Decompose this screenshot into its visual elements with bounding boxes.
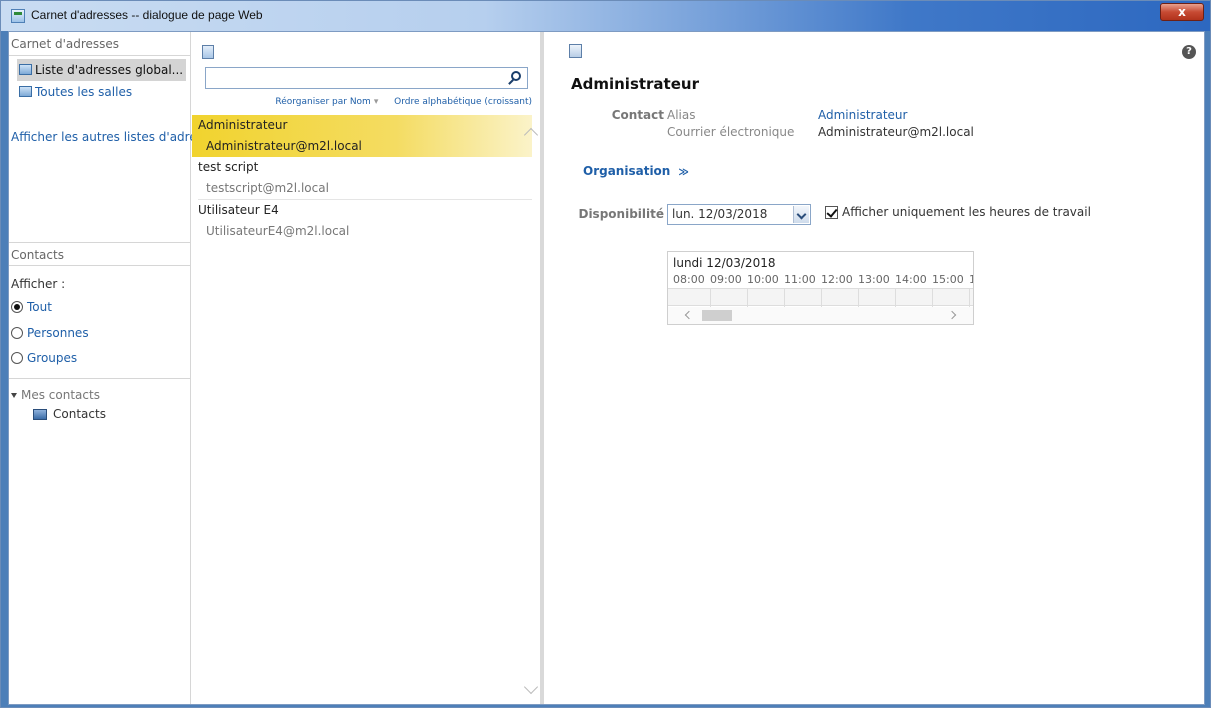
contact-list-pane: Réorganiser par Nom ▾ Ordre alphabétique … <box>192 32 544 704</box>
scroll-left-icon[interactable] <box>684 310 694 320</box>
contact-email: testscript@m2l.local <box>206 181 329 195</box>
dialog-window: Carnet d'adresses -- dialogue de page We… <box>0 0 1211 708</box>
list-item[interactable]: Utilisateur E4 UtilisateurE4@m2l.local <box>192 200 532 242</box>
scroll-down-icon[interactable] <box>523 679 539 695</box>
hour-label: 1 <box>969 273 973 286</box>
help-icon[interactable]: ? <box>1182 45 1196 59</box>
collapse-triangle-icon[interactable] <box>11 393 17 398</box>
hour-label: 12:00 <box>821 273 853 286</box>
title-bar[interactable]: Carnet d'adresses -- dialogue de page We… <box>1 1 1210 31</box>
radio-unchecked-icon <box>11 352 23 364</box>
hour-label: 10:00 <box>747 273 779 286</box>
contact-list: Administrateur Administrateur@m2l.local … <box>192 115 532 242</box>
contact-details-pane: ? Administrateur Contact Alias Administr… <box>549 32 1204 704</box>
address-book-header: Carnet d'adresses <box>9 32 190 56</box>
contact-name: Utilisateur E4 <box>198 203 279 217</box>
dialog-content: Carnet d'adresses Liste d'adresses globa… <box>8 31 1205 705</box>
contact-name: test script <box>198 160 259 174</box>
alias-value: Administrateur <box>818 108 908 122</box>
global-address-list-item[interactable]: Liste d'adresses global... <box>17 59 186 81</box>
address-book-pane: Carnet d'adresses Liste d'adresses globa… <box>9 32 223 704</box>
hour-label: 14:00 <box>895 273 927 286</box>
list-item[interactable]: Administrateur Administrateur@m2l.local <box>192 115 532 157</box>
organisation-toggle[interactable]: Organisation ≫ <box>583 164 689 178</box>
chevron-down-icon[interactable]: ▾ <box>374 97 379 107</box>
work-hours-label[interactable]: Afficher uniquement les heures de travai… <box>842 205 1091 219</box>
list-item[interactable]: test script testscript@m2l.local <box>192 157 532 200</box>
hour-label: 13:00 <box>858 273 890 286</box>
date-select[interactable]: lun. 12/03/2018 <box>667 204 811 225</box>
filter-radio-label: Personnes <box>27 326 89 340</box>
contact-email: Administrateur@m2l.local <box>206 139 362 153</box>
my-contacts-label: Mes contacts <box>21 388 100 402</box>
email-value: Administrateur@m2l.local <box>818 125 974 139</box>
show-filter-label: Afficher : <box>11 277 66 291</box>
filter-radio-groups[interactable]: Groupes <box>11 349 77 367</box>
sort-bar: Réorganiser par Nom ▾ Ordre alphabétique … <box>192 97 532 107</box>
panel-toggle-icon[interactable] <box>202 45 214 59</box>
hour-label: 08:00 <box>673 273 705 286</box>
close-button[interactable]: x <box>1160 3 1204 21</box>
search-icon[interactable] <box>511 71 521 81</box>
schedule-hours: 08:00 09:00 10:00 11:00 12:00 13:00 14:00 15:00… <box>673 273 973 286</box>
contact-title: Administrateur <box>571 75 699 93</box>
all-rooms-item[interactable]: Toutes les salles <box>9 81 190 103</box>
scrollbar-thumb[interactable] <box>702 310 732 321</box>
organisation-label: Organisation <box>583 164 671 178</box>
sort-order-link[interactable]: Ordre alphabétique (croissant) <box>394 97 532 107</box>
schedule-grid: lundi 12/03/2018 08:00 09:00 10:00 11:00 12:… <box>667 251 974 325</box>
work-hours-checkbox[interactable] <box>825 206 838 219</box>
search-input[interactable] <box>205 67 528 89</box>
hour-label: 11:00 <box>784 273 816 286</box>
email-label: Courrier électronique <box>667 125 795 139</box>
date-select-value: lun. 12/03/2018 <box>672 207 768 221</box>
filter-radio-label: Tout <box>27 300 52 314</box>
hour-label: 15:00 <box>932 273 964 286</box>
chevron-down-icon[interactable] <box>793 206 809 223</box>
hour-label: 09:00 <box>710 273 742 286</box>
all-rooms-label: Toutes les salles <box>35 85 133 99</box>
schedule-day: lundi 12/03/2018 <box>673 256 776 270</box>
filter-radio-all[interactable]: Tout <box>11 298 52 316</box>
contact-name: Administrateur <box>198 118 288 132</box>
contact-email: UtilisateurE4@m2l.local <box>206 224 350 238</box>
my-contacts-node[interactable]: Mes contacts <box>11 388 100 402</box>
window-title: Carnet d'adresses -- dialogue de page We… <box>31 8 263 22</box>
filter-radio-label: Groupes <box>27 351 78 365</box>
address-book-icon <box>19 86 32 97</box>
contacts-folder-label: Contacts <box>53 407 106 421</box>
alias-label: Alias <box>667 108 696 122</box>
contact-card-icon <box>33 409 47 420</box>
radio-checked-icon <box>11 301 23 313</box>
scroll-right-icon[interactable] <box>947 310 957 320</box>
divider <box>9 378 191 379</box>
print-icon[interactable] <box>569 44 582 58</box>
availability-label: Disponibilité <box>578 207 664 221</box>
contacts-folder-item[interactable]: Contacts <box>33 407 106 421</box>
horizontal-scrollbar[interactable] <box>668 307 973 324</box>
double-chevron-down-icon[interactable]: ≫ <box>678 167 688 178</box>
contacts-header: Contacts <box>9 242 191 266</box>
radio-unchecked-icon <box>11 327 23 339</box>
filter-radio-people[interactable]: Personnes <box>11 324 89 342</box>
schedule-timeline[interactable] <box>668 288 973 307</box>
address-book-icon <box>19 64 32 75</box>
web-page-icon <box>11 9 25 23</box>
contact-section-label: Contact <box>611 108 664 122</box>
sort-by-dropdown[interactable]: Réorganiser par Nom <box>275 97 370 107</box>
global-address-list-label: Liste d'adresses global... <box>35 63 184 77</box>
